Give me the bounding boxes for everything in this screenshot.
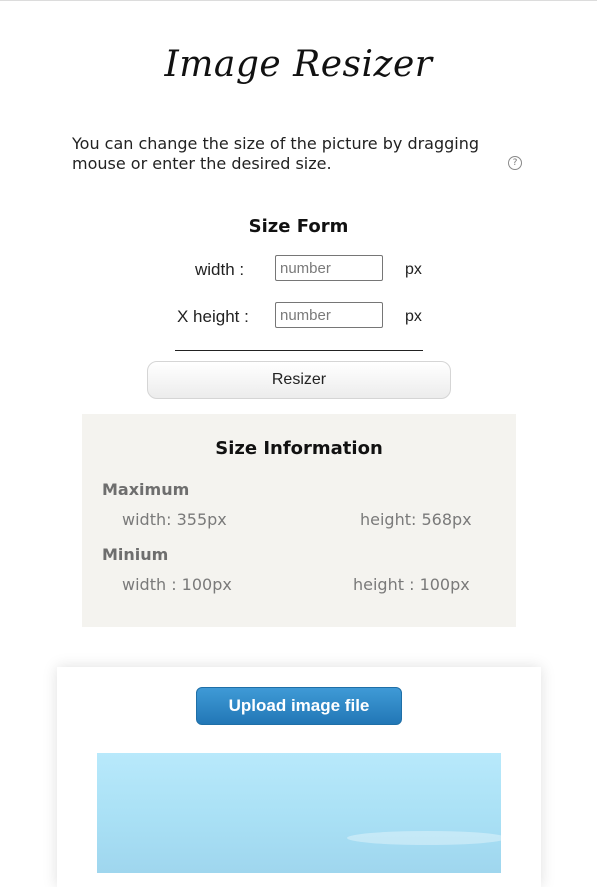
max-width-value: width: 355px	[122, 510, 227, 529]
height-input[interactable]	[275, 302, 383, 328]
height-row: X height : px	[0, 302, 597, 332]
size-info-panel: Size Information Maximum width: 355px he…	[82, 414, 516, 627]
size-form-title: Size Form	[248, 216, 349, 237]
cloud-shape	[347, 831, 501, 845]
width-row: width : px	[0, 255, 597, 285]
min-height-value: height : 100px	[353, 575, 470, 594]
width-unit: px	[405, 261, 422, 278]
top-border	[0, 0, 597, 1]
upload-image-button[interactable]: Upload image file	[196, 687, 402, 725]
min-width-value: width : 100px	[122, 575, 232, 594]
minimum-label: Minium	[102, 545, 169, 564]
max-height-value: height: 568px	[360, 510, 472, 529]
resize-button[interactable]: Resizer	[147, 361, 451, 399]
height-unit: px	[405, 308, 422, 325]
page-title: Image Resizer	[164, 44, 433, 85]
maximum-label: Maximum	[102, 480, 190, 499]
help-icon[interactable]: ?	[508, 156, 522, 170]
width-input[interactable]	[275, 255, 383, 281]
height-label: X height :	[177, 307, 249, 326]
intro-text: You can change the size of the picture b…	[72, 134, 480, 173]
form-divider	[175, 350, 423, 351]
preview-image[interactable]	[97, 753, 501, 873]
size-info-title: Size Information	[215, 438, 383, 459]
upload-card: Upload image file	[57, 667, 541, 887]
width-label: width :	[195, 260, 245, 279]
